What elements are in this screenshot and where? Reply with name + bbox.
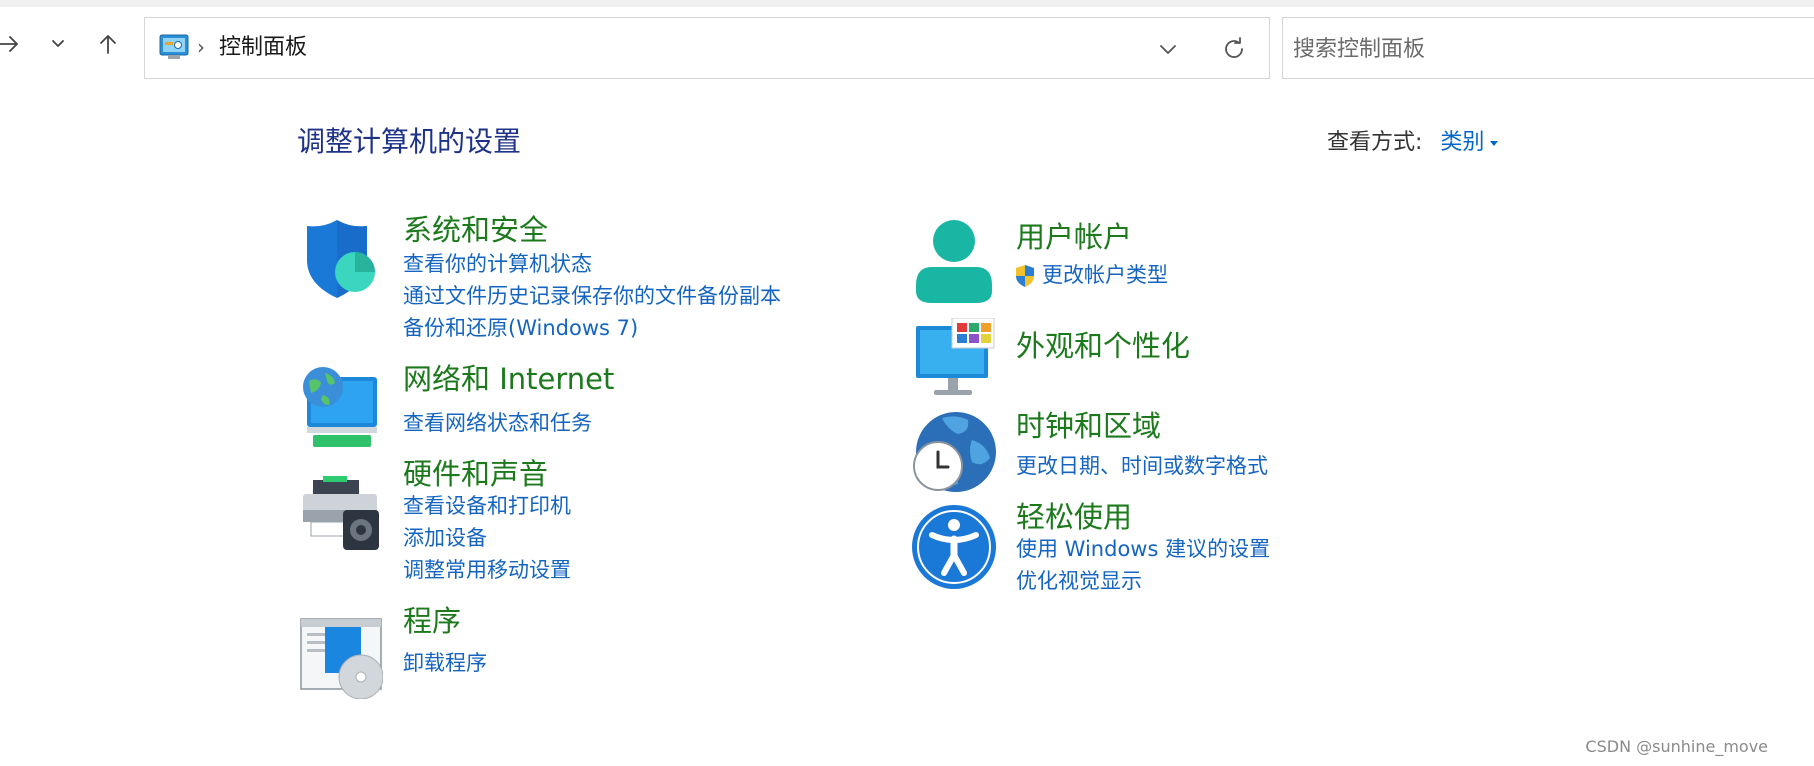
link-optimize-visual-display[interactable]: 优化视觉显示: [1016, 567, 1142, 595]
breadcrumb-separator: ›: [197, 35, 205, 59]
chevron-down-icon: [52, 40, 64, 47]
control-panel-icon: [159, 34, 189, 59]
recent-locations-button[interactable]: [43, 29, 73, 59]
dropdown-caret-icon[interactable]: [1490, 140, 1499, 146]
category-heading-ease-of-access[interactable]: 轻松使用: [1016, 499, 1132, 535]
user-account-icon[interactable]: [912, 219, 996, 303]
window-top-strip: [0, 0, 1814, 7]
category-heading-hardware-sound[interactable]: 硬件和声音: [403, 456, 548, 492]
network-globe-icon[interactable]: [299, 367, 383, 451]
watermark: CSDN @sunhine_move: [1585, 737, 1768, 756]
arrow-up-icon: [100, 35, 116, 54]
category-heading-programs[interactable]: 程序: [403, 603, 461, 639]
breadcrumb-control-panel[interactable]: 控制面板: [219, 34, 307, 62]
view-by-dropdown[interactable]: 类别: [1440, 128, 1484, 158]
link-add-device[interactable]: 添加设备: [403, 524, 487, 552]
link-view-network-status[interactable]: 查看网络状态和任务: [403, 409, 592, 437]
search-input[interactable]: [1293, 32, 1793, 66]
uac-shield-icon: [1016, 265, 1034, 287]
category-heading-clock-region[interactable]: 时钟和区域: [1016, 408, 1161, 444]
navigation-bar: › 控制面板: [0, 17, 1814, 79]
up-button[interactable]: [93, 29, 123, 59]
arrow-right-icon: [0, 36, 18, 52]
category-heading-user-accounts[interactable]: 用户帐户: [1016, 219, 1132, 255]
clock-globe-icon[interactable]: [912, 410, 996, 494]
link-file-history-backup[interactable]: 通过文件历史记录保存你的文件备份副本: [403, 282, 781, 310]
printer-speaker-icon[interactable]: [299, 470, 383, 554]
link-change-date-time-format[interactable]: 更改日期、时间或数字格式: [1016, 452, 1268, 480]
link-mobility-settings[interactable]: 调整常用移动设置: [403, 556, 571, 584]
category-heading-system-security[interactable]: 系统和安全: [403, 212, 548, 248]
refresh-icon[interactable]: [1220, 35, 1248, 63]
link-backup-restore-win7[interactable]: 备份和还原(Windows 7): [403, 314, 638, 342]
page-title: 调整计算机的设置: [297, 125, 522, 158]
link-windows-recommended-settings[interactable]: 使用 Windows 建议的设置: [1016, 535, 1270, 563]
shield-icon[interactable]: [299, 220, 383, 304]
link-uninstall-program[interactable]: 卸载程序: [403, 649, 487, 677]
address-bar[interactable]: › 控制面板: [144, 17, 1270, 79]
link-devices-printers[interactable]: 查看设备和打印机: [403, 492, 571, 520]
appearance-monitor-icon[interactable]: [912, 318, 996, 402]
category-heading-network-internet[interactable]: 网络和 Internet: [403, 361, 614, 397]
view-by-label: 查看方式:: [1327, 130, 1423, 155]
programs-disc-icon[interactable]: [299, 615, 383, 699]
forward-button[interactable]: [0, 29, 24, 59]
view-by-control: 查看方式: 类别: [1327, 128, 1499, 158]
category-heading-appearance[interactable]: 外观和个性化: [1016, 328, 1190, 364]
link-view-computer-status[interactable]: 查看你的计算机状态: [403, 250, 592, 278]
search-box[interactable]: [1282, 17, 1814, 79]
address-dropdown-chevron-icon[interactable]: [1155, 36, 1181, 62]
link-change-account-type[interactable]: 更改帐户类型: [1042, 261, 1168, 289]
accessibility-icon[interactable]: [912, 505, 996, 589]
